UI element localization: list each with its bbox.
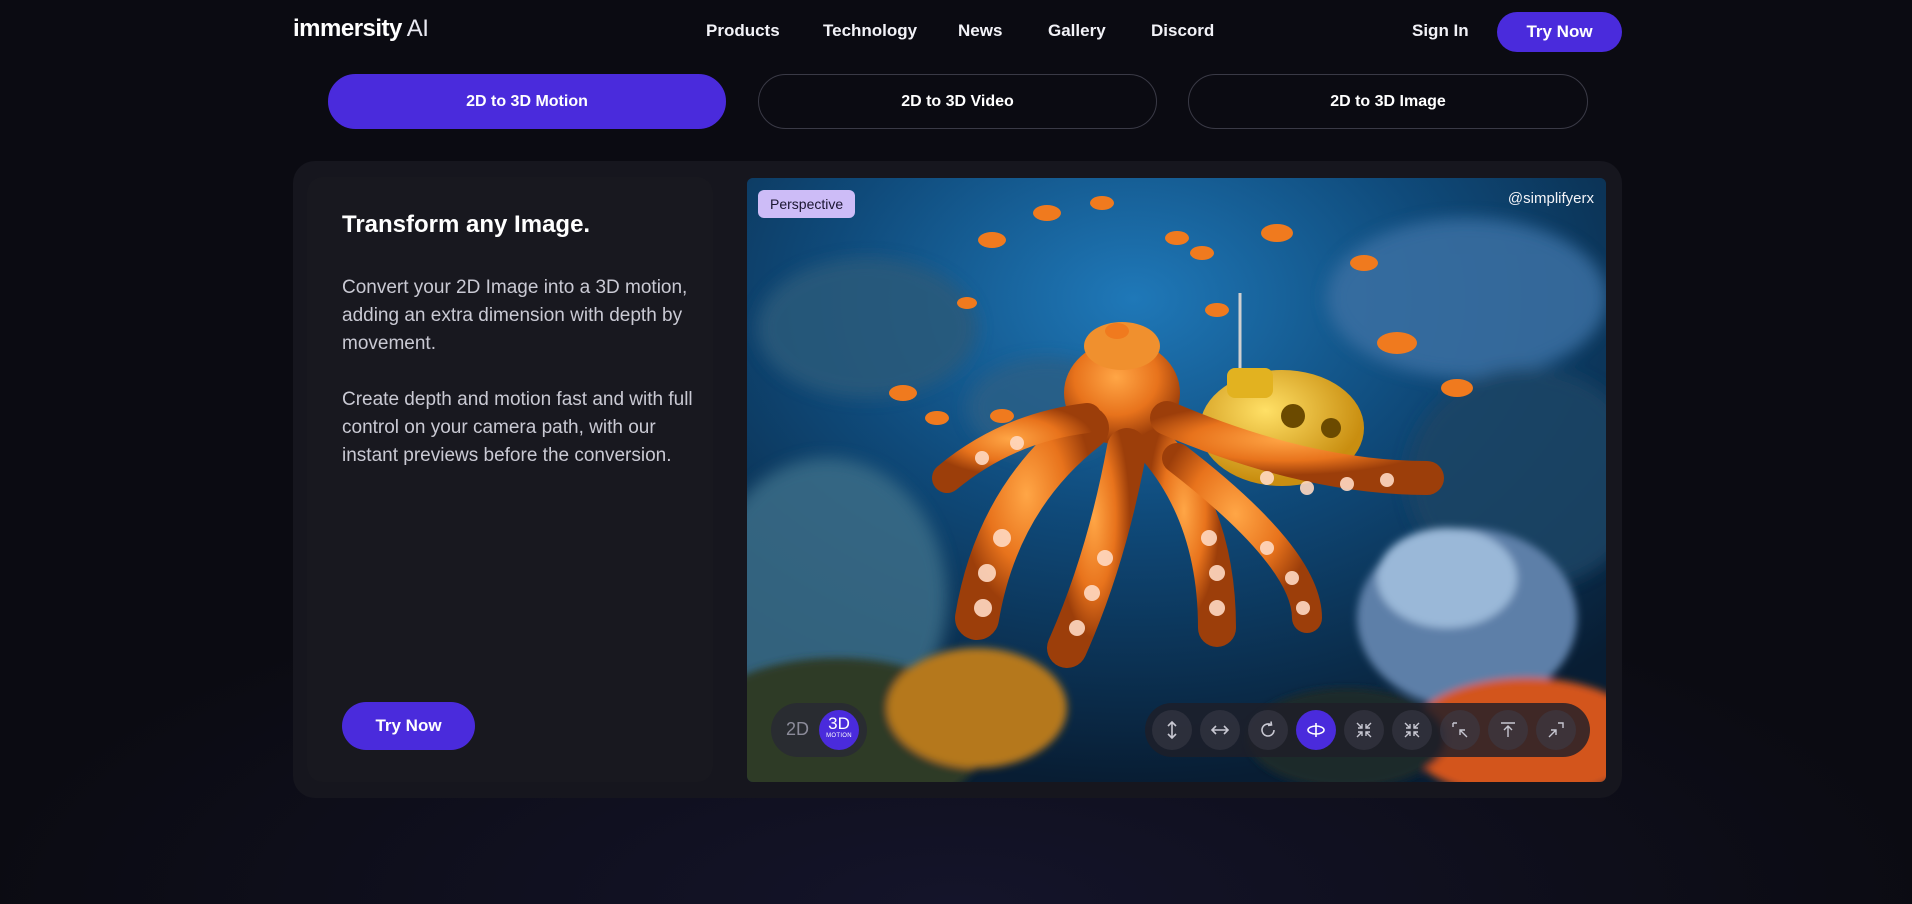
zoom-out-icon — [1548, 722, 1564, 738]
crane-up-icon — [1501, 722, 1515, 737]
circle-motion-button[interactable] — [1248, 710, 1288, 750]
dolly-zoom-motion-button[interactable] — [1440, 710, 1480, 750]
dolly-zoom-icon — [1452, 722, 1468, 738]
zoom-in-icon — [1356, 722, 1372, 738]
octopus-scene-image — [747, 178, 1606, 782]
logo[interactable]: immersity AI — [293, 15, 429, 43]
toggle-2d-option[interactable]: 2D — [786, 719, 809, 740]
top-nav: immersity AI Products Technology News Ga… — [0, 0, 1912, 64]
preview-image[interactable]: Perspective @simplifyerx 2D 3D MOTION — [747, 178, 1606, 782]
vertical-motion-button[interactable] — [1152, 710, 1192, 750]
vertical-arrows-icon — [1167, 720, 1177, 740]
motion-controls-bar — [1145, 703, 1590, 757]
zoom-out-motion-button[interactable] — [1536, 710, 1576, 750]
image-credit: @simplifyerx — [1507, 190, 1594, 207]
logo-ai: AI — [406, 15, 429, 42]
crane-motion-button[interactable] — [1488, 710, 1528, 750]
feature-description-2: Create depth and motion fast and with fu… — [342, 389, 693, 466]
toggle-3d-sublabel: MOTION — [826, 733, 852, 739]
nav-link-technology[interactable]: Technology — [823, 21, 917, 41]
nav-link-news[interactable]: News — [958, 21, 1002, 41]
horizontal-motion-button[interactable] — [1200, 710, 1240, 750]
feature-text-panel — [307, 177, 713, 782]
tab-2d-to-3d-video[interactable]: 2D to 3D Video — [758, 74, 1157, 129]
nav-link-discord[interactable]: Discord — [1151, 21, 1214, 41]
toggle-3d-motion-option[interactable]: 3D MOTION — [819, 710, 859, 750]
rotate-icon — [1261, 721, 1275, 737]
perspective-badge: Perspective — [758, 190, 856, 218]
nav-link-gallery[interactable]: Gallery — [1048, 21, 1106, 41]
sign-in-link[interactable]: Sign In — [1412, 21, 1469, 41]
zoom-center-motion-button[interactable] — [1392, 710, 1432, 750]
feature-description-1: Convert your 2D Image into a 3D motion, … — [342, 277, 688, 354]
tab-2d-to-3d-image[interactable]: 2D to 3D Image — [1188, 74, 1588, 129]
logo-brand: immersity — [293, 15, 402, 42]
dimension-toggle[interactable]: 2D 3D MOTION — [771, 703, 867, 757]
try-now-header-button[interactable]: Try Now — [1497, 12, 1622, 52]
orbit-motion-button[interactable] — [1296, 710, 1336, 750]
try-now-card-button[interactable]: Try Now — [342, 702, 475, 750]
zoom-in-center-icon — [1404, 722, 1420, 738]
nav-link-products[interactable]: Products — [706, 21, 780, 41]
feature-title: Transform any Image. — [342, 211, 591, 238]
tab-2d-to-3d-motion[interactable]: 2D to 3D Motion — [328, 74, 726, 129]
zoom-in-motion-button[interactable] — [1344, 710, 1384, 750]
orbit-icon — [1307, 723, 1325, 737]
toggle-3d-label: 3D — [828, 714, 850, 733]
horizontal-arrows-icon — [1210, 725, 1230, 735]
